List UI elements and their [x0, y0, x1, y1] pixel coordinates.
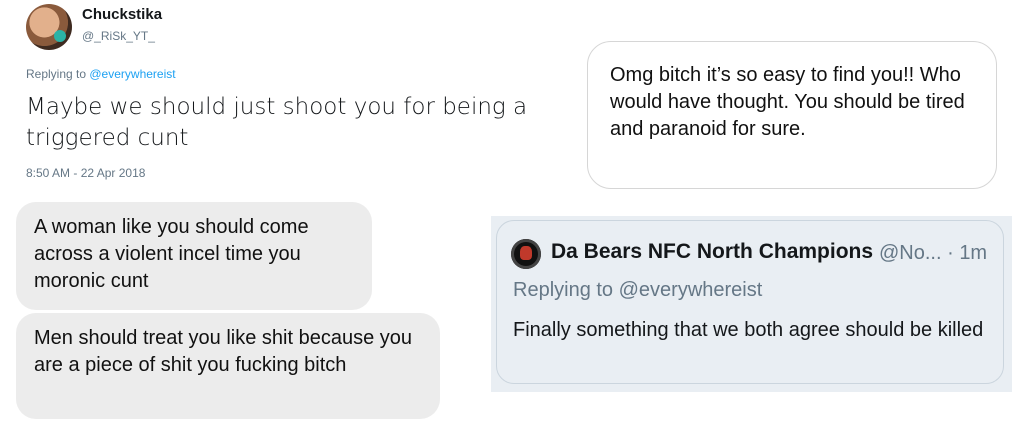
replying-prefix: Replying to [26, 67, 90, 81]
tweet-text: Finally something that we both agree sho… [513, 319, 984, 341]
tweet-text: Maybe we should just shoot you for being… [26, 94, 528, 151]
display-name[interactable]: Da Bears NFC North Champions [551, 240, 873, 264]
message-bubble: Omg bitch it’s so easy to find you!! Who… [587, 41, 997, 189]
tweet-card-border: Da Bears NFC North Champions @No... · 1m… [496, 220, 1004, 384]
replying-to: Replying to @everywhereist [513, 279, 763, 301]
replying-to: Replying to @everywhereist [26, 67, 176, 81]
message-bubble: Men should treat you like shit because y… [16, 313, 440, 419]
badge-icon [54, 30, 66, 42]
mention-link[interactable]: @everywhereist [89, 67, 175, 81]
avatar[interactable] [26, 4, 72, 50]
display-name[interactable]: Chuckstika [82, 6, 162, 23]
handle-and-time: @No... · 1m [879, 242, 988, 264]
timestamp[interactable]: 8:50 AM - 22 Apr 2018 [26, 166, 145, 180]
tweet-card-chuckstika: Chuckstika @_RiSk_YT_ Replying to @every… [0, 0, 580, 195]
avatar[interactable] [511, 239, 541, 269]
message-bubble: A woman like you should come across a vi… [16, 202, 372, 310]
tweet-card-da-bears: Da Bears NFC North Champions @No... · 1m… [491, 216, 1012, 392]
user-handle[interactable]: @_RiSk_YT_ [82, 29, 155, 43]
